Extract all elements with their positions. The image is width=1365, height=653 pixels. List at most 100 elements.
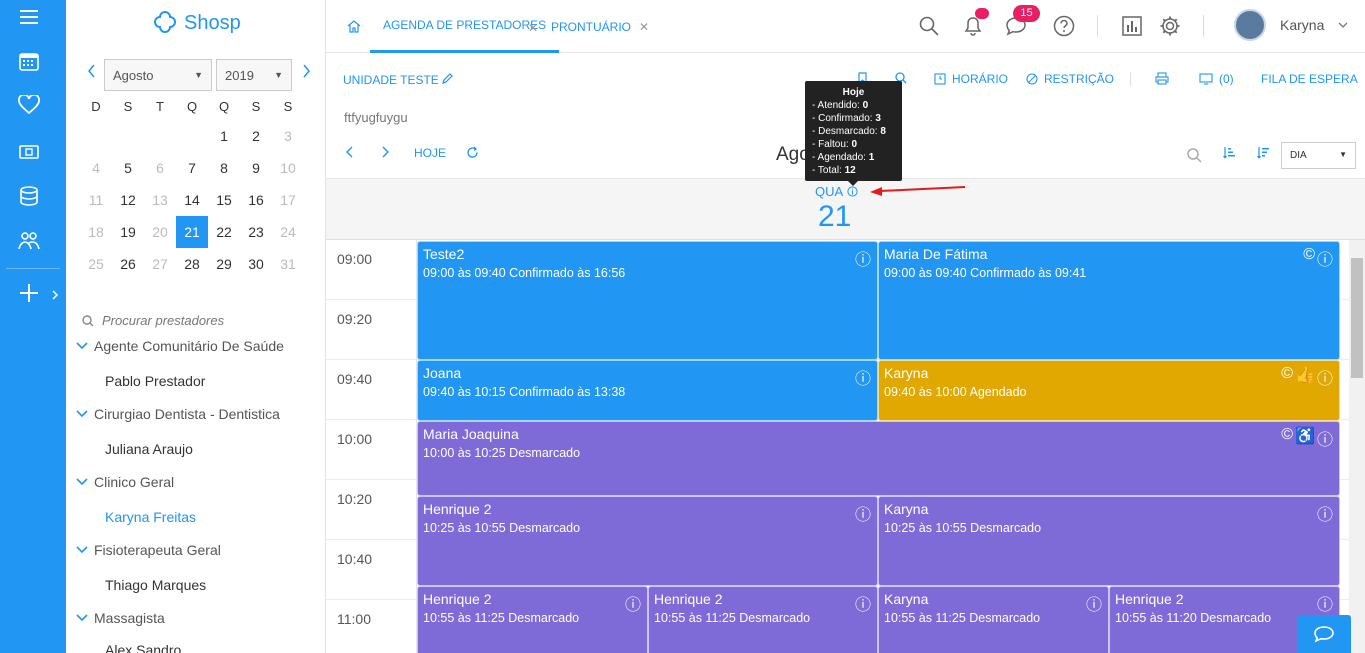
close-icon[interactable]: ✕ — [639, 20, 649, 34]
reports-icon[interactable] — [1120, 14, 1144, 38]
group-header[interactable]: Cirurgiao Dentista - Dentistica — [76, 406, 280, 422]
calendar-day[interactable]: 24 — [272, 216, 304, 248]
calendar-day[interactable]: 31 — [272, 248, 304, 280]
calendar-day[interactable]: 30 — [240, 248, 272, 280]
group-header[interactable]: Fisioterapeuta Geral — [76, 542, 221, 558]
calendar-day[interactable]: 23 — [240, 216, 272, 248]
calendar-day[interactable]: 29 — [208, 248, 240, 280]
calendar-day[interactable]: 22 — [208, 216, 240, 248]
info-icon[interactable]: ⓘ — [855, 246, 871, 270]
provider-item[interactable]: Pablo Prestador — [105, 373, 205, 389]
provider-item[interactable]: Thiago Marques — [105, 577, 206, 593]
info-icon[interactable]: ⓘ — [855, 591, 871, 615]
prev-day-button[interactable] — [346, 146, 354, 161]
plus-icon[interactable] — [0, 278, 58, 308]
calendar-day[interactable]: 18 — [80, 216, 112, 248]
calendar-day[interactable]: 3 — [272, 120, 304, 152]
calendar-day[interactable]: 27 — [144, 248, 176, 280]
month-select[interactable]: Agosto ▼ — [104, 59, 212, 91]
database-icon[interactable] — [0, 181, 58, 211]
print-icon[interactable] — [1155, 72, 1169, 85]
appointment-card[interactable]: Teste2 09:00 às 09:40 Confirmado às 16:5… — [417, 241, 878, 360]
view-select[interactable]: DIA ▼ — [1281, 142, 1356, 169]
appointment-card[interactable]: Joana 09:40 às 10:15 Confirmado às 13:38… — [417, 360, 878, 421]
money-icon[interactable] — [0, 137, 58, 167]
group-header[interactable]: Massagista — [76, 610, 165, 626]
appointment-card[interactable]: Maria Joaquina 10:00 às 10:25 Desmarcado… — [417, 421, 1340, 496]
logo[interactable]: Shosp — [150, 8, 241, 38]
unit-selector[interactable]: UNIDADE TESTE — [343, 73, 453, 87]
menu-icon[interactable] — [0, 2, 58, 32]
close-icon[interactable]: ✕ — [528, 21, 538, 35]
users-icon[interactable] — [0, 226, 58, 256]
info-icon[interactable]: ⓘ — [855, 501, 871, 525]
group-header[interactable]: Agente Comunitário De Saúde — [76, 338, 284, 354]
calendar-day[interactable]: 26 — [112, 248, 144, 280]
calendar-day[interactable]: 11 — [80, 184, 112, 216]
appointment-card[interactable]: Henrique 2 10:25 às 10:55 Desmarcado ⓘ — [417, 496, 878, 586]
calendar-day[interactable]: 12 — [112, 184, 144, 216]
calendar-day[interactable]: 4 — [80, 152, 112, 184]
info-icon[interactable]: ⓘ — [1317, 591, 1333, 615]
info-icon[interactable]: ⓘ — [855, 365, 871, 389]
calendar-day[interactable]: 25 — [80, 248, 112, 280]
chat-widget-button[interactable] — [1297, 615, 1351, 653]
appointment-card[interactable]: Henrique 2 10:55 às 11:25 Desmarcado ⓘ — [648, 586, 878, 653]
info-icon[interactable] — [847, 186, 858, 197]
calendar-day[interactable]: 15 — [208, 184, 240, 216]
calendar-day[interactable]: 17 — [272, 184, 304, 216]
appointment-card[interactable]: Karyna 09:40 às 10:00 Agendado © 👍 ⓘ — [878, 360, 1340, 421]
appointment-card[interactable]: Henrique 2 10:55 às 11:25 Desmarcado ⓘ — [417, 586, 648, 653]
info-icon[interactable]: ⓘ — [1317, 246, 1333, 270]
calendar-day[interactable]: 14 — [176, 184, 208, 216]
provider-item[interactable]: Alex Sandro — [105, 642, 181, 653]
today-button[interactable]: HOJE — [414, 146, 446, 160]
info-icon[interactable]: ⓘ — [1317, 365, 1333, 389]
calendar-day[interactable]: 19 — [112, 216, 144, 248]
restriction-button[interactable]: RESTRIÇÃO — [1026, 72, 1114, 86]
search-icon[interactable] — [1187, 148, 1202, 166]
help-icon[interactable] — [1052, 14, 1076, 38]
tab-prontuario[interactable]: PRONTUÁRIO ✕ — [551, 0, 649, 53]
calendar-day[interactable]: 28 — [176, 248, 208, 280]
search-icon[interactable] — [917, 14, 941, 38]
calendar-day[interactable]: 5 — [112, 152, 144, 184]
provider-search[interactable]: Procurar prestadores — [82, 313, 224, 328]
calendar-day[interactable]: 16 — [240, 184, 272, 216]
calendar-day[interactable]: 13 — [144, 184, 176, 216]
appointment-card[interactable]: Maria De Fátima 09:00 às 09:40 Confirmad… — [878, 241, 1340, 360]
sort-asc-icon[interactable] — [1223, 146, 1236, 162]
scrollbar[interactable] — [1349, 240, 1365, 653]
next-day-button[interactable] — [381, 146, 389, 161]
calendar-day-today[interactable]: 21 — [176, 216, 208, 248]
waitlist-button[interactable]: FILA DE ESPERA — [1261, 72, 1358, 86]
provider-item-active[interactable]: Karyna Freitas — [105, 509, 196, 525]
info-icon[interactable]: ⓘ — [1317, 426, 1333, 450]
calendar-day[interactable]: 10 — [272, 152, 304, 184]
group-header[interactable]: Clinico Geral — [76, 474, 174, 490]
calendar-icon[interactable] — [0, 46, 58, 76]
calendar-day[interactable]: 2 — [240, 120, 272, 152]
calendar-day[interactable]: 8 — [208, 152, 240, 184]
calendar-day[interactable]: 20 — [144, 216, 176, 248]
appointment-card[interactable]: Karyna 10:25 às 10:55 Desmarcado ⓘ — [878, 496, 1340, 586]
user-menu[interactable]: Karyna — [1234, 9, 1348, 41]
info-icon[interactable]: ⓘ — [1317, 501, 1333, 525]
refresh-icon[interactable] — [466, 146, 479, 162]
gear-icon[interactable] — [1158, 14, 1182, 38]
schedule-button[interactable]: HORÁRIO — [934, 72, 1008, 86]
info-icon[interactable]: ⓘ — [625, 591, 641, 615]
calendar-day[interactable]: 6 — [144, 152, 176, 184]
home-icon[interactable] — [342, 14, 366, 38]
sort-desc-icon[interactable] — [1257, 146, 1270, 162]
calendar-day[interactable]: 1 — [208, 120, 240, 152]
provider-item[interactable]: Juliana Araujo — [105, 441, 193, 457]
year-select[interactable]: 2019 ▼ — [216, 59, 292, 91]
chevron-right-icon[interactable] — [52, 287, 59, 305]
calendar-day[interactable]: 9 — [240, 152, 272, 184]
heart-icon[interactable] — [0, 90, 58, 120]
info-icon[interactable]: ⓘ — [1086, 591, 1102, 615]
scrollbar-thumb[interactable] — [1351, 258, 1363, 378]
calendar-day[interactable]: 7 — [176, 152, 208, 184]
appointment-card[interactable]: Karyna 10:55 às 11:25 Desmarcado ⓘ — [878, 586, 1109, 653]
